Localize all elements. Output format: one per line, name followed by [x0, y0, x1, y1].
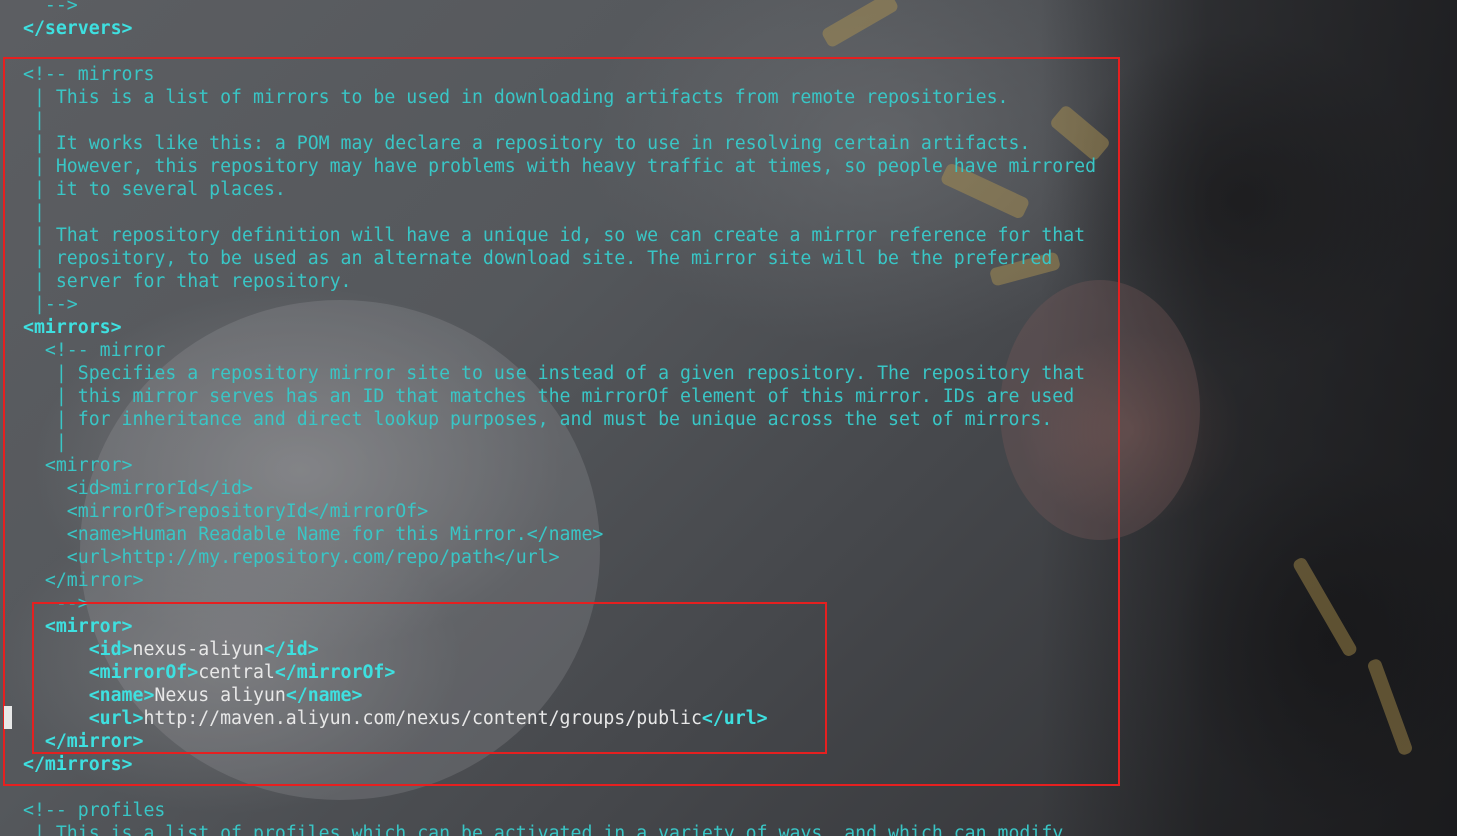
terminal-cursor [4, 706, 12, 729]
terminal-line: <!-- profiles [23, 800, 166, 821]
aliyun-mirror-highlight-box [32, 602, 827, 754]
terminal-line: --> [23, 0, 78, 16]
terminal-line: | This is a list of profiles which can b… [23, 823, 1064, 836]
terminal-line: </servers> [23, 18, 133, 39]
